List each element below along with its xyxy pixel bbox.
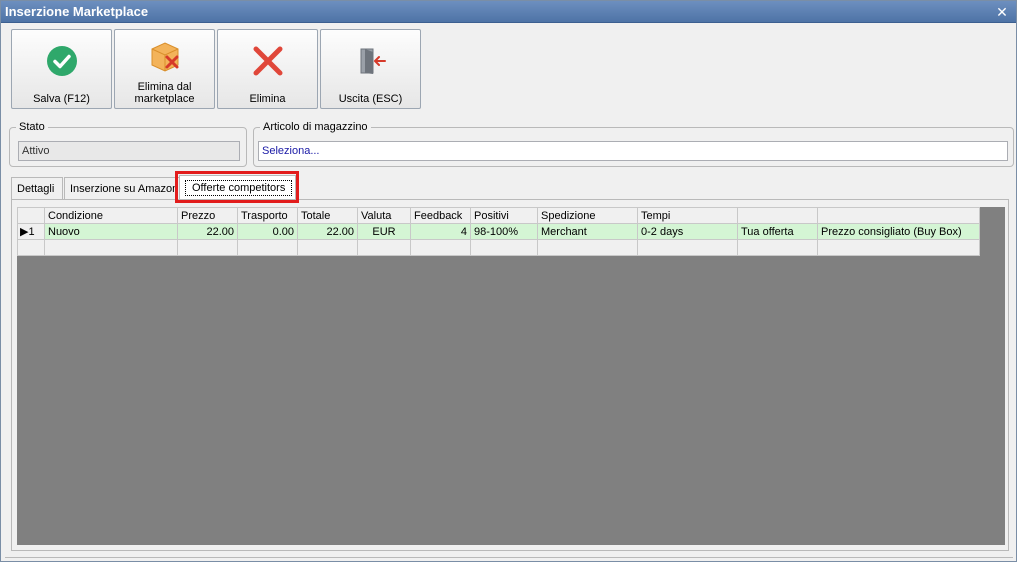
delete-x-icon (218, 43, 317, 79)
window-titlebar: Inserzione Marketplace (1, 1, 1016, 23)
close-icon[interactable]: ✕ (994, 1, 1010, 23)
article-legend: Articolo di magazzino (263, 121, 368, 133)
cell-condizione[interactable]: Nuovo (44, 223, 178, 240)
cell-note[interactable]: Prezzo consigliato (Buy Box) (817, 223, 980, 240)
cell-trasporto[interactable]: 0.00 (237, 223, 298, 240)
marketplace-window: Inserzione Marketplace ✕ Salva (F12) Eli… (0, 0, 1017, 562)
table-row[interactable]: ▶1 Nuovo 22.00 0.00 22.00 EUR 4 98-100% … (17, 223, 980, 240)
column-header[interactable]: Trasporto (237, 207, 298, 224)
grid-header-row: Condizione Prezzo Trasporto Totale Valut… (17, 207, 980, 224)
tab-offerte-label: Offerte competitors (185, 180, 293, 196)
status-field: Attivo (18, 141, 240, 161)
grid-background (17, 207, 1005, 545)
box-remove-icon (115, 38, 214, 74)
column-header[interactable] (737, 207, 818, 224)
cell-tempi[interactable]: 0-2 days (637, 223, 738, 240)
cell-valuta[interactable]: EUR (357, 223, 411, 240)
column-header[interactable]: Positivi (470, 207, 538, 224)
exit-button[interactable]: Uscita (ESC) (320, 29, 421, 109)
cell-prezzo[interactable]: 22.00 (177, 223, 238, 240)
exit-door-icon (321, 43, 420, 79)
delete-button[interactable]: Elimina (217, 29, 318, 109)
new-row-indicator[interactable] (17, 239, 45, 256)
bottom-divider (5, 557, 1013, 558)
cell-spedizione[interactable]: Merchant (537, 223, 638, 240)
cell-offer-type[interactable]: Tua offerta (737, 223, 818, 240)
column-header[interactable]: Spedizione (537, 207, 638, 224)
column-header[interactable]: Tempi (637, 207, 738, 224)
cell-feedback[interactable]: 4 (410, 223, 471, 240)
exit-button-label: Uscita (ESC) (338, 93, 403, 105)
column-header[interactable]: Valuta (357, 207, 411, 224)
article-select-field[interactable]: Seleziona... (258, 141, 1008, 161)
save-button[interactable]: Salva (F12) (11, 29, 112, 109)
cell-positivi[interactable]: 98-100% (470, 223, 538, 240)
column-header[interactable]: Feedback (410, 207, 471, 224)
column-header[interactable]: Prezzo (177, 207, 238, 224)
cell-totale[interactable]: 22.00 (297, 223, 358, 240)
competitor-offers-grid: Condizione Prezzo Trasporto Totale Valut… (17, 207, 980, 256)
tab-inserzione-amazon[interactable]: Inserzione su Amazon (64, 177, 184, 199)
table-row-new[interactable] (17, 239, 980, 256)
tab-dettagli[interactable]: Dettagli (11, 177, 63, 199)
column-header[interactable]: Condizione (44, 207, 178, 224)
grid-corner (17, 207, 45, 224)
checkmark-icon (12, 43, 111, 79)
save-button-label: Salva (F12) (33, 93, 90, 105)
column-header[interactable]: Totale (297, 207, 358, 224)
remove-marketplace-label: Elimina dal marketplace (134, 81, 195, 105)
tab-offerte-competitors[interactable]: Offerte competitors (179, 175, 296, 199)
delete-button-label: Elimina (249, 93, 286, 105)
column-header[interactable] (817, 207, 980, 224)
remove-from-marketplace-button[interactable]: Elimina dal marketplace (114, 29, 215, 109)
row-indicator[interactable]: ▶1 (17, 223, 45, 240)
status-legend: Stato (19, 121, 45, 133)
window-title: Inserzione Marketplace (5, 4, 149, 19)
